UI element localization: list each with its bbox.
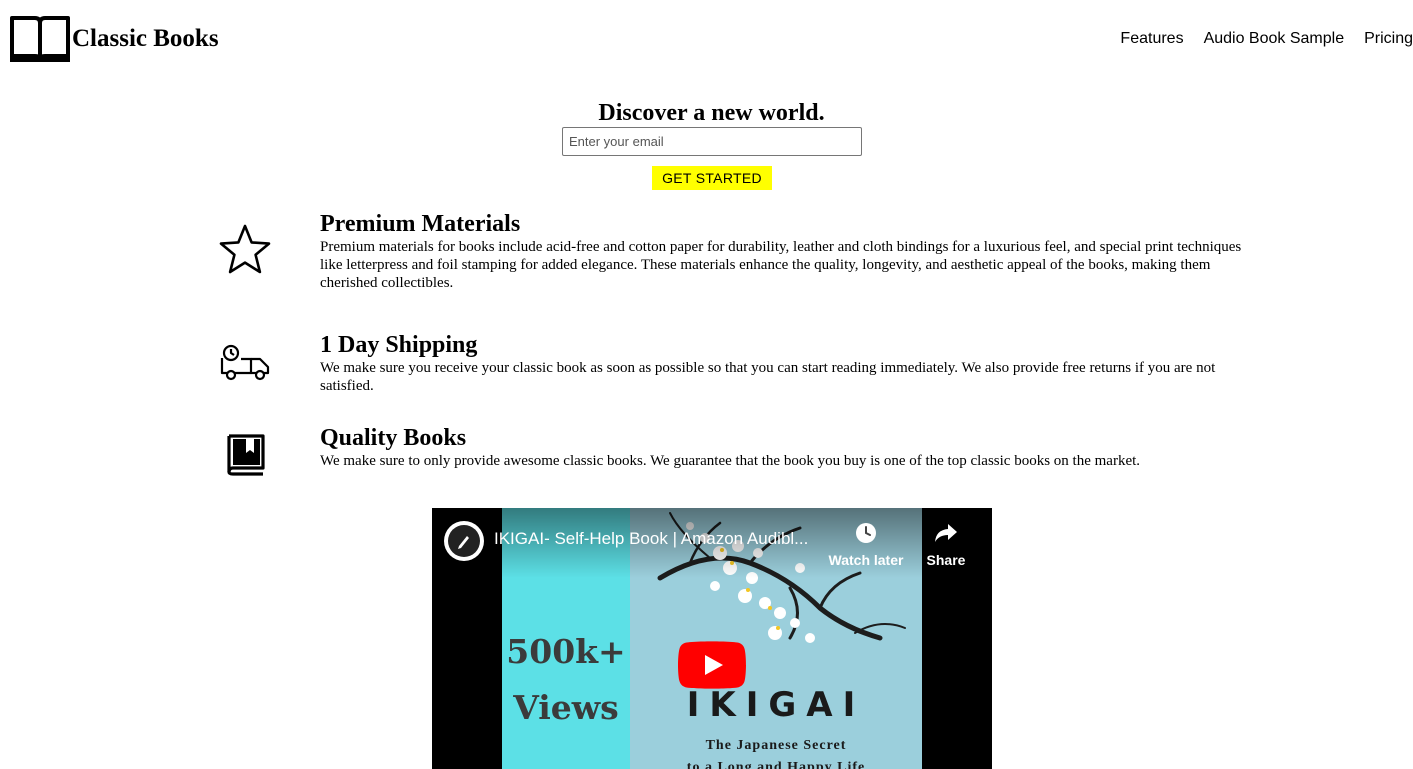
feature-title-quality: Quality Books — [320, 425, 467, 451]
watch-later-button[interactable]: Watch later — [828, 521, 904, 568]
share-label: Share — [926, 552, 966, 568]
shipping-truck-icon — [220, 344, 270, 381]
pen-icon — [448, 525, 480, 557]
video-player[interactable]: 500k+ Views IKIGAI The Japanese Secret t… — [432, 508, 992, 769]
feature-title-premium: Premium Materials — [320, 211, 521, 237]
nav-pricing[interactable]: Pricing — [1364, 29, 1413, 49]
top-nav: Features Audio Book Sample Pricing — [1120, 29, 1413, 49]
video-title[interactable]: IKIGAI- Self-Help Book | Amazon Audibl..… — [494, 529, 808, 549]
feature-desc-shipping: We make sure you receive your classic bo… — [320, 360, 1216, 394]
watch-later-label: Watch later — [828, 552, 904, 568]
hero-title: Discover a new world. — [598, 100, 825, 126]
feature-desc-quality: We make sure to only provide awesome cla… — [320, 453, 1141, 469]
share-button[interactable]: Share — [922, 521, 970, 568]
cover-subtitle-line-1: The Japanese Secret — [705, 738, 847, 753]
email-input[interactable] — [562, 127, 862, 156]
cover-subtitle-line-2: to a Long and Happy Life — [686, 760, 866, 769]
share-arrow-icon — [935, 524, 957, 542]
play-button-icon[interactable] — [678, 641, 746, 689]
nav-features[interactable]: Features — [1120, 29, 1183, 49]
star-icon — [219, 224, 271, 274]
feature-title-shipping: 1 Day Shipping — [320, 332, 478, 358]
cover-title: IKIGAI — [686, 685, 866, 725]
views-line-2: Views — [513, 688, 619, 727]
book-icon — [227, 434, 265, 476]
brand-name: Classic Books — [72, 25, 219, 52]
open-book-icon[interactable] — [9, 14, 71, 64]
feature-desc-premium: Premium materials for books include acid… — [320, 239, 1242, 291]
nav-audio-book-sample[interactable]: Audio Book Sample — [1204, 29, 1345, 49]
get-started-button[interactable]: GET STARTED — [652, 166, 772, 190]
views-line-1: 500k+ — [506, 632, 626, 671]
channel-avatar[interactable] — [444, 521, 484, 561]
clock-icon — [856, 523, 876, 543]
